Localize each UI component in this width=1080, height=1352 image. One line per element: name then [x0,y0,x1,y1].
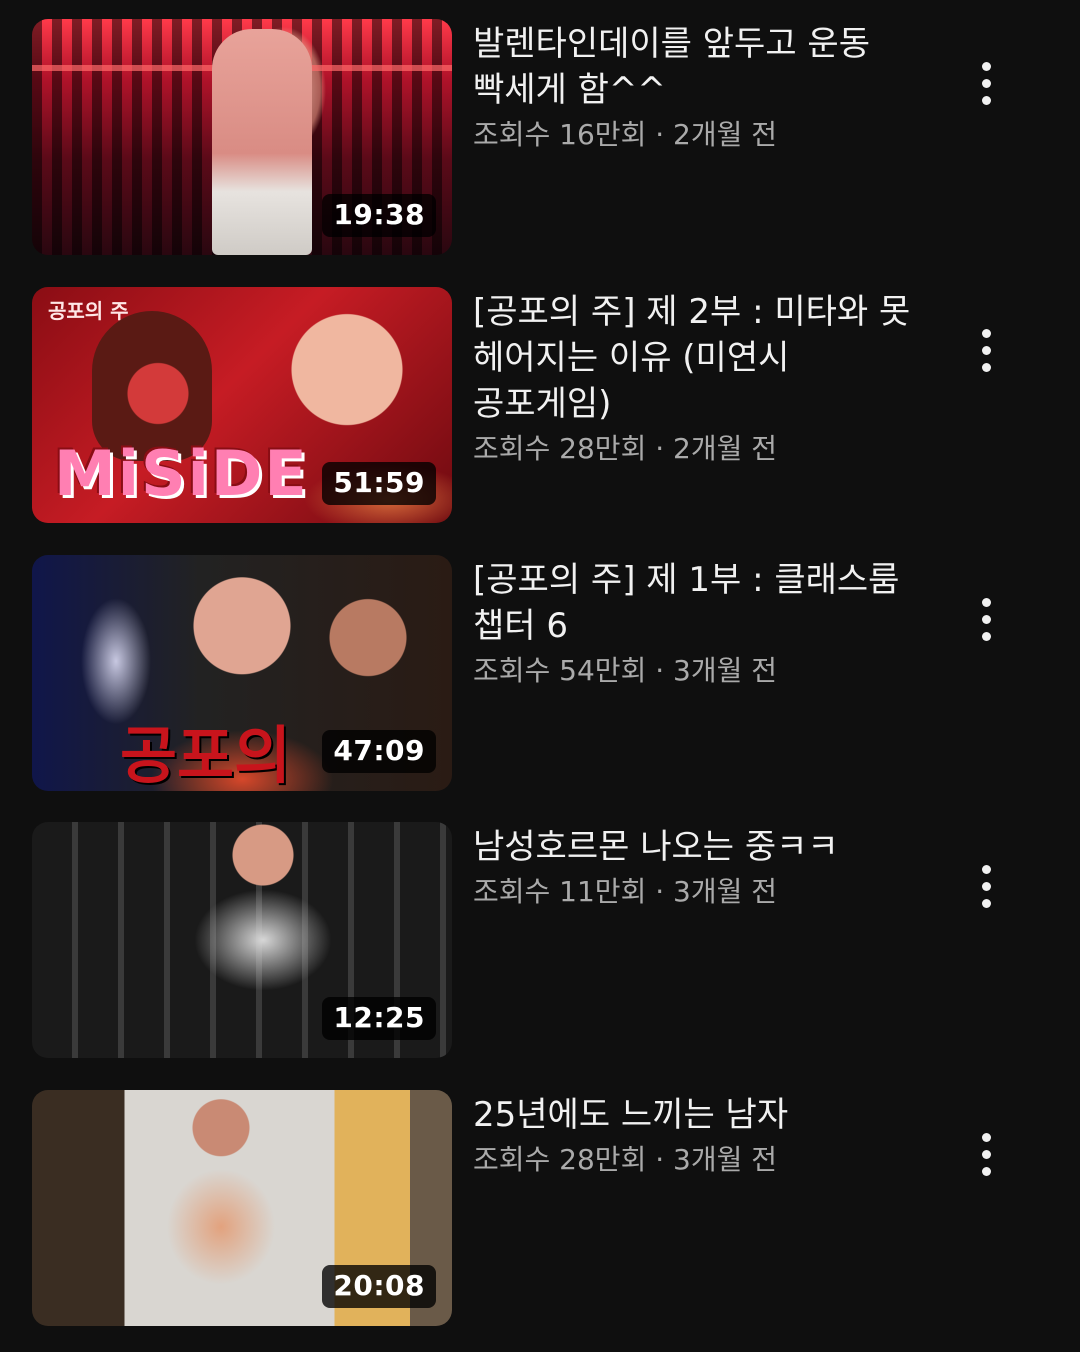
upload-age: 3개월 전 [673,875,778,908]
video-item[interactable]: 공포의 주 MiSiDE 51:59 [공포의 주] 제 2부 : 미타와 못 … [0,287,1080,523]
video-meta[interactable]: 25년에도 느끼는 남자 조회수 28만회 · 3개월 전 [473,1092,913,1178]
video-title[interactable]: [공포의 주] 제 2부 : 미타와 못 헤어지는 이유 (미연시 공포게임) [473,289,913,427]
video-thumbnail[interactable]: 12:25 [32,822,452,1058]
video-item[interactable]: 20:08 25년에도 느끼는 남자 조회수 28만회 · 3개월 전 [0,1090,1080,1326]
video-meta[interactable]: 남성호르몬 나오는 중ㅋㅋ 조회수 11만회 · 3개월 전 [473,824,913,910]
video-title[interactable]: [공포의 주] 제 1부 : 클래스룸 챕터 6 [473,557,913,649]
more-options-icon[interactable] [960,48,1012,118]
view-count: 조회수 28만회 [473,432,647,465]
more-options-icon[interactable] [960,315,1012,385]
video-list: 19:38 발렌타인데이를 앞두고 운동 빡세게 함^^ 조회수 16만회 · … [0,0,1080,1352]
video-meta[interactable]: [공포의 주] 제 1부 : 클래스룸 챕터 6 조회수 54만회 · 3개월 … [473,557,913,689]
upload-age: 2개월 전 [673,432,778,465]
video-thumbnail[interactable]: 19:38 [32,19,452,255]
video-duration: 19:38 [322,194,436,237]
video-meta[interactable]: 발렌타인데이를 앞두고 운동 빡세게 함^^ 조회수 16만회 · 2개월 전 [473,21,913,153]
meta-separator: · [646,1143,674,1176]
video-thumbnail[interactable]: 공포의 47:09 [32,555,452,791]
meta-separator: · [646,432,674,465]
video-duration: 20:08 [322,1265,436,1308]
video-item[interactable]: 12:25 남성호르몬 나오는 중ㅋㅋ 조회수 11만회 · 3개월 전 [0,822,1080,1058]
more-options-icon[interactable] [960,1119,1012,1189]
meta-separator: · [646,118,674,151]
view-count: 조회수 16만회 [473,118,647,151]
thumbnail-tag: 공포의 주 [48,299,129,323]
video-item[interactable]: 19:38 발렌타인데이를 앞두고 운동 빡세게 함^^ 조회수 16만회 · … [0,19,1080,255]
upload-age: 2개월 전 [673,118,778,151]
view-count: 조회수 54만회 [473,654,647,687]
video-title[interactable]: 발렌타인데이를 앞두고 운동 빡세게 함^^ [473,21,913,113]
video-thumbnail[interactable]: 공포의 주 MiSiDE 51:59 [32,287,452,523]
thumbnail-logo-text: MiSiDE [54,437,309,510]
video-stats: 조회수 28만회 · 3개월 전 [473,1142,913,1178]
upload-age: 3개월 전 [673,1143,778,1176]
video-stats: 조회수 11만회 · 3개월 전 [473,874,913,910]
more-options-icon[interactable] [960,584,1012,654]
video-duration: 51:59 [322,462,436,505]
video-stats: 조회수 28만회 · 2개월 전 [473,431,913,467]
thumbnail-overlay-text: 공포의 [120,719,292,791]
video-stats: 조회수 54만회 · 3개월 전 [473,653,913,689]
video-item[interactable]: 공포의 47:09 [공포의 주] 제 1부 : 클래스룸 챕터 6 조회수 5… [0,555,1080,791]
meta-separator: · [646,875,674,908]
view-count: 조회수 28만회 [473,1143,647,1176]
video-title[interactable]: 25년에도 느끼는 남자 [473,1092,913,1138]
video-thumbnail[interactable]: 20:08 [32,1090,452,1326]
video-stats: 조회수 16만회 · 2개월 전 [473,117,913,153]
thumbnail-figure [212,29,312,255]
video-duration: 12:25 [322,997,436,1040]
video-title[interactable]: 남성호르몬 나오는 중ㅋㅋ [473,824,913,870]
video-duration: 47:09 [322,730,436,773]
meta-separator: · [646,654,674,687]
view-count: 조회수 11만회 [473,875,647,908]
video-meta[interactable]: [공포의 주] 제 2부 : 미타와 못 헤어지는 이유 (미연시 공포게임) … [473,289,913,467]
upload-age: 3개월 전 [673,654,778,687]
more-options-icon[interactable] [960,851,1012,921]
